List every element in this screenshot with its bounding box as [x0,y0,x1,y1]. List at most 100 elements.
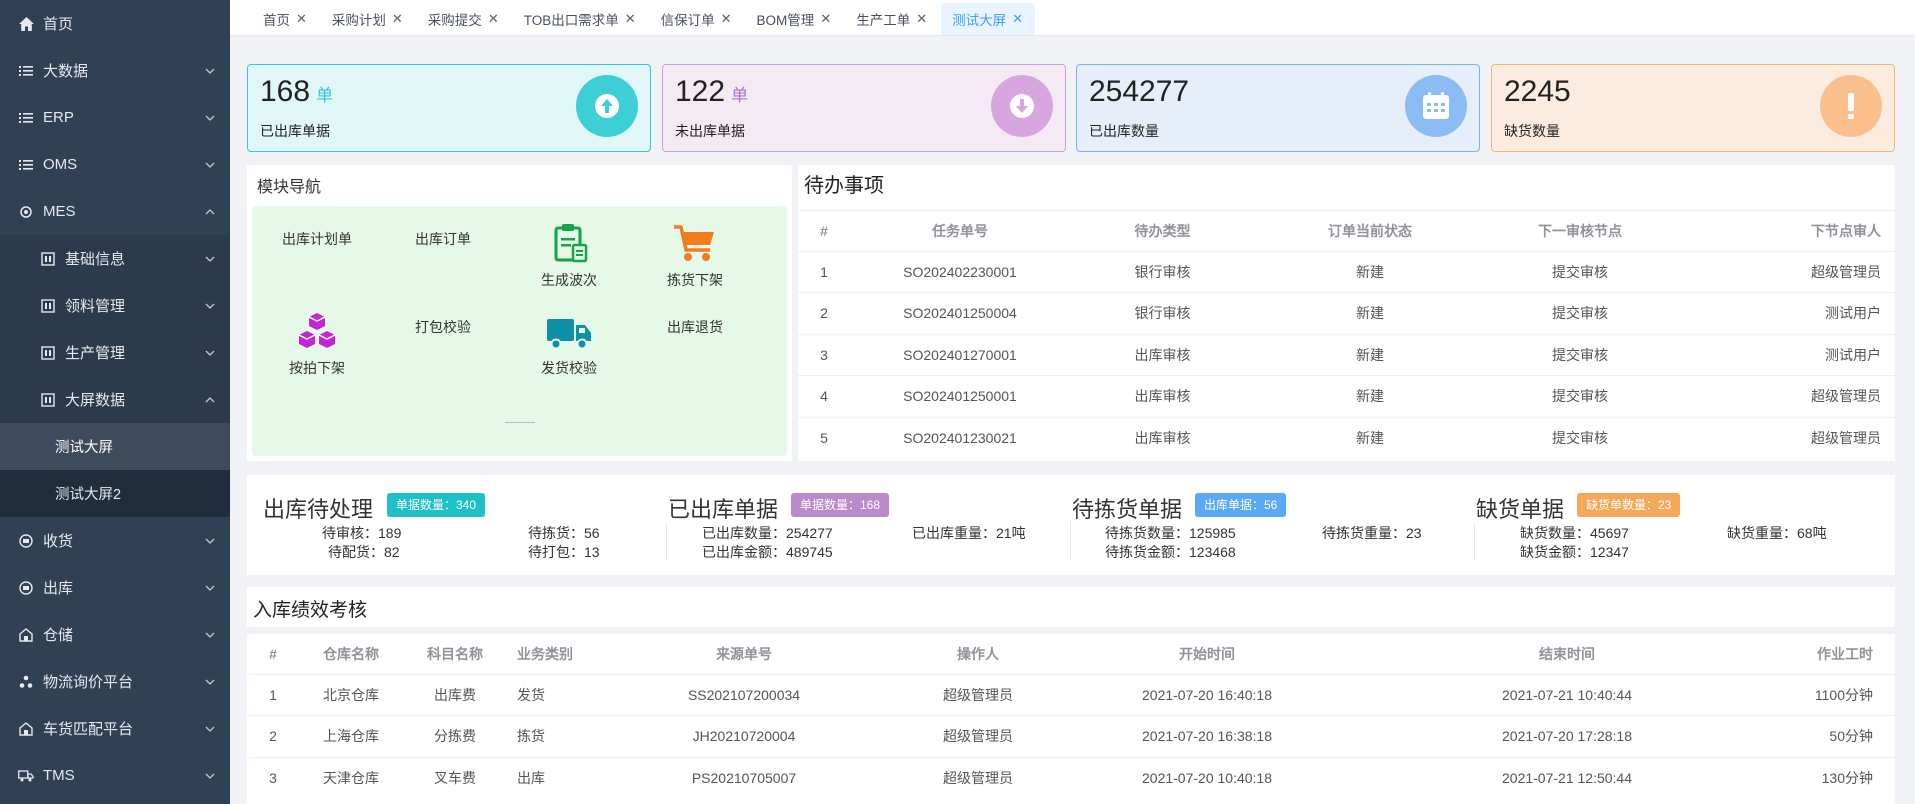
nav-label: 生成波次 [541,272,597,288]
close-icon[interactable]: ✕ [488,11,499,27]
nav-generate-wave[interactable]: 生成波次 [514,223,624,290]
sidebar-item-basic-info[interactable]: 基础信息 [0,235,230,282]
cell-work-hours: 50分钟 [1829,728,1873,745]
sidebar-item-mes[interactable]: MES [0,188,230,235]
stat-label: 缺货数量 [1504,123,1560,139]
close-icon[interactable]: ✕ [296,11,307,27]
inbox-icon [18,533,34,549]
cell-operator: 超级管理员 [943,728,1013,745]
cell-order-status: 新建 [1356,388,1384,405]
table-row[interactable]: 1 北京仓库 出库费 发货 SS202107200034 超级管理员 2021-07-20 … [247,674,1895,716]
divider [1070,522,1071,560]
stat-label: 已出库数量 [1089,123,1159,139]
sidebar-item-storage[interactable]: 仓储 [0,611,230,658]
cell-operator: 超级管理员 [943,770,1013,786]
stat-card-shortage-qty[interactable]: 2245 缺货数量 [1491,64,1895,152]
nav-ship-check[interactable]: 发货校验 [514,311,624,378]
summary-metric: 待拣货金额：123468 [1105,544,1236,560]
table-row[interactable]: 5 SO202401230021 出库审核 新建 提交审核 超级管理员 [798,417,1895,459]
summary-metric: 待配货：82 [328,544,400,560]
stat-card-shipped-qty[interactable]: 254277 已出库数量 [1076,64,1480,152]
sidebar-item-bigdata[interactable]: 大数据 [0,47,230,94]
table-row[interactable]: 1 SO202402230001 银行审核 新建 提交审核 超级管理员 [798,251,1895,293]
sidebar: 首页 大数据 ERP OMS MES 基础信息 领料管理 生产管理 大屏数据 测… [0,0,230,804]
sidebar-item-home[interactable]: 首页 [0,0,230,47]
close-icon[interactable]: ✕ [916,11,927,27]
cell-source-no: PS20210705007 [691,770,797,786]
sidebar-item-label: OMS [43,156,78,173]
panel-icon [40,345,56,361]
arrow-up-icon [576,75,638,137]
stat-card-shipped-docs[interactable]: 168 单已出库单据 [247,64,651,152]
tab-purchase-plan[interactable]: 采购计划 ✕ [320,3,415,35]
stat-unit: 单 [731,86,749,105]
warehouse-icon [18,627,34,643]
nav-outbound-plan[interactable]: 出库计划单 [262,229,372,249]
gear-icon [18,204,34,220]
nav-pallet-unload[interactable]: 按拍下架 [262,311,372,378]
calendar-icon [1405,75,1467,137]
summary-metric: 待拣货数量：125985 [1105,525,1236,541]
cell-start-time: 2021-07-20 16:38:18 [1142,728,1272,745]
table-row[interactable]: 3 天津仓库 叉车费 出库 PS20210705007 超级管理员 2021-07-20 1… [247,757,1895,799]
tab-test-screen[interactable]: 测试大屏 ✕ [941,3,1036,35]
col-warehouse: 仓库名称 [323,645,379,662]
table-row[interactable]: 2 上海仓库 分拣费 拣货 JH20210720004 超级管理员 2021-07-20 1… [247,715,1895,758]
tab-purchase-submit[interactable]: 采购提交 ✕ [416,3,511,35]
home-icon [18,16,34,32]
sidebar-item-production[interactable]: 生产管理 [0,329,230,376]
cell-order-status: 新建 [1356,305,1384,322]
count-badge: 单据数量：340 [387,493,486,517]
list-icon [18,157,34,173]
tab-work-order[interactable]: 生产工单 ✕ [845,3,940,35]
nav-outbound-order[interactable]: 出库订单 [388,229,498,249]
close-icon[interactable]: ✕ [820,11,831,27]
todo-table: # 任务单号 待办类型 订单当前状态 下一审核节点 下节点审人 1 SO20240… [798,211,1895,459]
close-icon[interactable]: ✕ [625,11,636,27]
sidebar-item-label: 基础信息 [65,251,126,268]
chevron-down-icon [205,632,215,638]
sidebar-item-outbound[interactable]: 出库 [0,564,230,611]
divider [666,522,667,560]
cell-todo-type: 银行审核 [1134,263,1191,280]
tab-credit-order[interactable]: 信保订单 ✕ [649,3,744,35]
sidebar-item-logistics-inquiry[interactable]: 物流询价平台 [0,658,230,705]
sidebar-item-label: 领料管理 [65,298,126,315]
cell-next-node: 提交审核 [1552,346,1608,363]
sidebar-item-material[interactable]: 领料管理 [0,282,230,329]
chevron-down-icon [205,679,215,685]
tab-home[interactable]: 首页 ✕ [252,3,319,35]
close-icon[interactable]: ✕ [1012,11,1023,27]
sidebar-item-vehicle-matching[interactable]: 车货匹配平台 [0,705,230,752]
cell-next-reviewer: 测试用户 [1825,305,1881,322]
network-icon [18,674,34,690]
summary-metric: 已出库数量：254277 [702,525,833,541]
cell-warehouse: 北京仓库 [323,686,379,703]
sidebar-item-oms[interactable]: OMS [0,141,230,188]
carousel-indicator[interactable] [505,422,535,423]
close-icon[interactable]: ✕ [392,11,403,27]
sidebar-item-bigscreen[interactable]: 大屏数据 [0,376,230,423]
sidebar-item-erp[interactable]: ERP [0,94,230,141]
tab-bom[interactable]: BOM管理 ✕ [745,3,844,35]
stat-card-unshipped-docs[interactable]: 122 单未出库单据 [662,64,1066,152]
nav-pack-check[interactable]: 打包校验 [388,317,498,337]
sidebar-item-test-screen-2[interactable]: 测试大屏2 [0,470,230,517]
tab-tob-export[interactable]: TOB出口需求单 ✕ [512,3,648,35]
cell-start-time: 2021-07-20 10:40:18 [1142,770,1272,786]
boxes-icon [298,313,336,348]
sidebar-item-test-screen[interactable]: 测试大屏 [0,423,230,470]
sidebar-item-label: 测试大屏 [55,440,113,456]
nav-pick-unload[interactable]: 拣货下架 [640,223,750,290]
table-row[interactable]: 2 SO202401250004 银行审核 新建 提交审核 测试用户 [798,292,1895,335]
tab-label: 测试大屏 [952,13,1007,28]
sidebar-item-receiving[interactable]: 收货 [0,517,230,564]
col-end-time: 结束时间 [1539,645,1595,662]
nav-outbound-return[interactable]: 出库退货 [640,317,750,337]
table-row[interactable]: 4 SO202401250001 出库审核 新建 提交审核 超级管理员 [798,375,1895,418]
close-icon[interactable]: ✕ [721,11,732,27]
sidebar-item-tms[interactable]: TMS [0,752,230,799]
table-row[interactable]: 3 SO202401270001 出库审核 新建 提交审核 测试用户 [798,334,1895,376]
inbox-icon [18,580,34,596]
cell-subject: 分拣费 [434,728,476,745]
